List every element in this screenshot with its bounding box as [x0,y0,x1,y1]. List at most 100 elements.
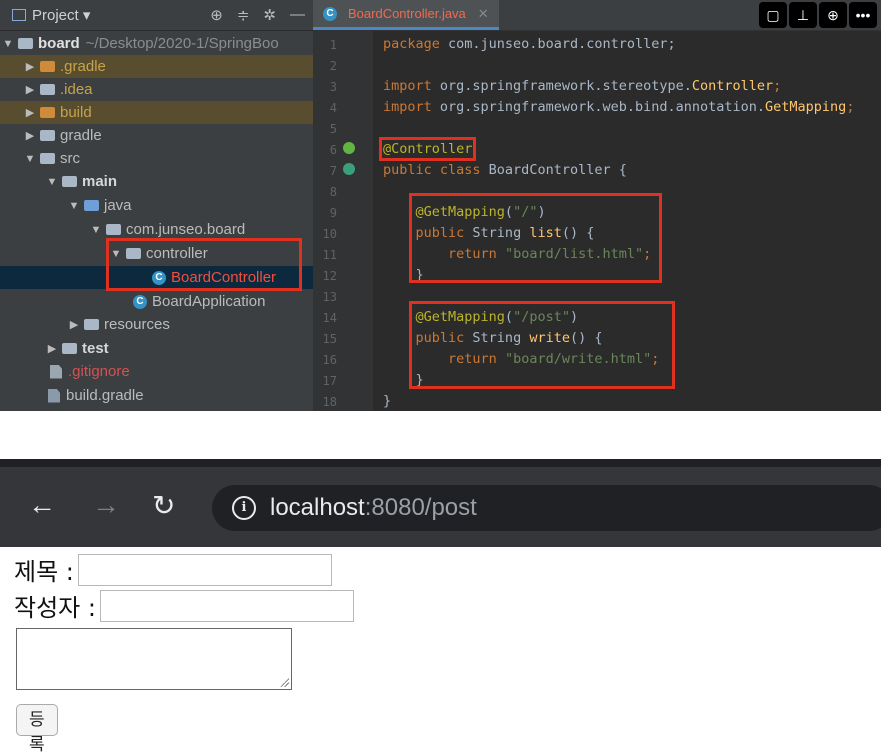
tree-item-idea[interactable]: ▶ .idea [0,78,313,101]
tree-item-gradle-hidden[interactable]: ▶ .gradle [0,55,313,78]
collapsed-arrow-icon: ▶ [25,107,35,119]
source-folder-icon [84,200,99,211]
tree-item-boardapplication[interactable]: C BoardApplication [0,290,313,313]
tree-item-java[interactable]: ▼ java [0,194,313,217]
line-number: 3 [329,80,337,94]
info-icon[interactable]: i [232,496,256,520]
tab-boardcontroller[interactable]: C BoardController.java ✕ [313,0,499,30]
class-icon: C [323,6,337,21]
author-input[interactable] [99,589,354,622]
tree-item-gitignore[interactable]: .gitignore [0,360,313,383]
tree-label: .gitignore [68,363,130,380]
browser-window: ← → ↻ i localhost :8080/post 제목 : 작성자 : … [0,459,881,755]
folder-icon [40,153,55,164]
crosshair-icon[interactable]: ⊕ [210,6,223,24]
line-number: 1 [329,38,337,52]
project-panel-header: Project ▾ ⊕ ≑ ✲ — [0,0,313,31]
expanded-arrow-icon: ▼ [24,152,36,165]
code-line-1: package com.junseo.board.controller; [383,36,676,52]
highlight-box-write-mapping [409,301,675,389]
spring-bean-icon[interactable] [343,163,355,175]
code-line-7: public class BoardController { [383,162,627,178]
highlight-box-list-mapping [409,193,662,283]
submit-button[interactable]: 등록 [16,704,58,755]
presenter-icon[interactable]: ⊥ [789,2,817,28]
more-icon[interactable]: ••• [849,2,877,28]
folder-icon [40,61,55,72]
tree-item-test[interactable]: ▶ test [0,337,313,360]
collapse-icon[interactable]: ≑ [237,6,250,24]
highlight-box-controller [106,238,302,291]
tree-item-main[interactable]: ▼ main [0,170,313,193]
tree-label: build [60,104,92,121]
author-label: 작성자 : [14,594,96,622]
line-number: 11 [322,248,337,262]
line-number: 13 [322,290,337,304]
address-bar[interactable]: i localhost :8080/post [212,485,881,531]
author-row: 작성자 : [14,588,354,623]
expanded-arrow-icon: ▼ [90,223,102,236]
ide-window: Project ▾ ⊕ ≑ ✲ — ▼ board ~/Desktop/2020… [0,0,881,411]
tree-path: ~/Desktop/2020-1/SpringBoo [85,35,279,52]
overlay-toolbar: ▢ ⊥ ⊕ ••• [759,2,877,28]
tab-label: BoardController.java [348,6,466,21]
download-icon[interactable]: ⊕ [819,2,847,28]
module-folder-icon [18,38,33,49]
folder-icon [62,343,77,354]
resources-folder-icon [84,319,99,330]
resize-grip-icon[interactable] [279,677,289,687]
line-number: 14 [322,311,337,325]
spring-bean-icon[interactable] [343,142,355,154]
expanded-arrow-icon: ▼ [46,175,58,188]
folder-icon [40,84,55,95]
folder-icon [62,176,77,187]
tree-label: board [38,35,80,52]
line-number: 16 [322,353,337,367]
expanded-arrow-icon: ▼ [68,199,80,212]
tree-item-gradle[interactable]: ▶ gradle [0,124,313,147]
project-view-selector[interactable]: Project ▾ [0,6,90,24]
gradle-file-icon [48,388,60,403]
project-panel: Project ▾ ⊕ ≑ ✲ — ▼ board ~/Desktop/2020… [0,0,313,411]
window-icon [12,9,26,21]
tree-item-resources[interactable]: ▶ resources [0,313,313,336]
line-number: 7 [329,164,337,178]
tree-label: main [82,173,118,190]
tree-label: gradle [60,127,102,144]
line-number: 8 [329,185,337,199]
collapsed-arrow-icon: ▶ [25,61,35,73]
close-icon[interactable]: ✕ [478,6,489,22]
line-number: 9 [329,206,337,220]
collapsed-arrow-icon: ▶ [25,130,35,142]
folder-icon [40,107,55,118]
tree-item-build[interactable]: ▶ build [0,101,313,124]
tree-item-board[interactable]: ▼ board ~/Desktop/2020-1/SpringBoo [0,32,313,55]
tree-label: BoardApplication [152,293,266,310]
line-number: 12 [322,269,337,283]
browser-toolbar: ← → ↻ i localhost :8080/post [0,467,881,547]
comment-icon[interactable]: ▢ [759,2,787,28]
tree-label: test [82,340,109,357]
tree-label: src [60,150,80,167]
minimize-icon[interactable]: — [290,6,305,24]
package-icon [106,224,121,235]
reload-icon[interactable]: ↻ [152,489,175,522]
content-textarea[interactable] [16,628,292,690]
tree-item-src[interactable]: ▼ src [0,147,313,170]
tree-item-buildgradle[interactable]: build.gradle [0,384,313,407]
line-number: 10 [322,227,337,241]
title-input[interactable] [77,553,332,586]
tree-label: .idea [60,81,93,98]
back-icon[interactable]: ← [28,489,56,521]
collapsed-arrow-icon: ▶ [69,319,79,331]
forward-icon[interactable]: → [92,489,120,521]
gear-icon[interactable]: ✲ [263,6,276,24]
line-number: 15 [322,332,337,346]
line-number: 5 [329,122,337,136]
highlight-box-controller-annotation [379,137,476,161]
tree-label: resources [104,316,170,333]
editor-tab-bar: C BoardController.java ✕ ▢ ⊥ ⊕ ••• [313,0,881,31]
spring-class-icon: C [133,294,147,309]
browser-tab-strip [0,459,881,467]
code-editor: C BoardController.java ✕ ▢ ⊥ ⊕ ••• 12345… [313,0,881,411]
